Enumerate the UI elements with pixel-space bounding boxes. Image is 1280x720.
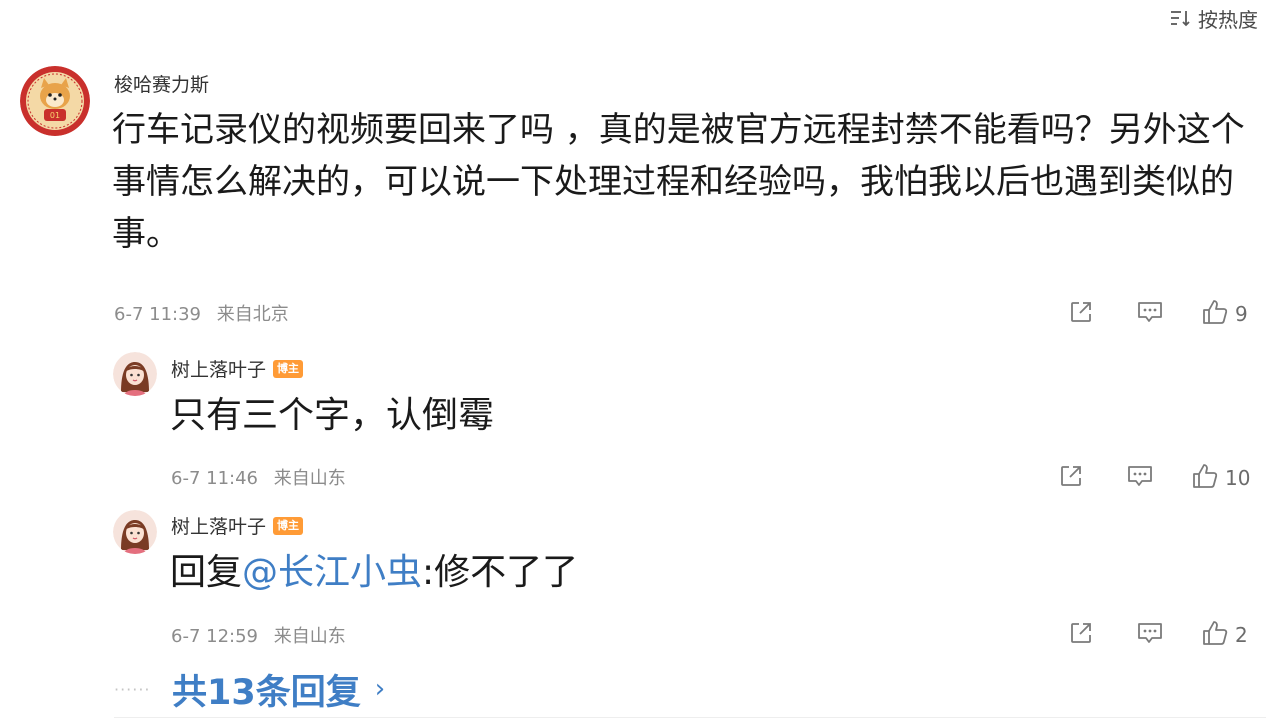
- sort-by-hot-button[interactable]: 按热度: [1170, 5, 1258, 32]
- comment-meta: 6-7 11:46 来自山东: [171, 464, 346, 490]
- comment-location: 来自山东: [273, 626, 346, 647]
- comment-actions: 2: [1066, 619, 1248, 651]
- thumbs-up-icon: [1201, 619, 1231, 651]
- divider-dots: ······: [114, 679, 151, 699]
- sort-icon: [1170, 9, 1192, 27]
- comment-text: 回复@长江小虫:修不了了: [170, 548, 578, 598]
- username[interactable]: 树上落叶子 博主: [171, 512, 304, 539]
- author-badge: 博主: [273, 516, 304, 535]
- reply-prefix: 回复: [170, 552, 243, 593]
- more-replies-label: 共13条回复: [172, 672, 361, 713]
- avatar[interactable]: [113, 510, 157, 554]
- avatar[interactable]: [113, 352, 157, 396]
- sort-label: 按热度: [1198, 7, 1258, 32]
- comment-location: 来自北京: [216, 304, 289, 325]
- like-button[interactable]: 10: [1191, 462, 1250, 494]
- like-count: 10: [1225, 466, 1251, 490]
- share-button[interactable]: [1066, 299, 1096, 329]
- comment-icon: [1136, 620, 1164, 650]
- like-button[interactable]: 9: [1201, 298, 1248, 330]
- chevron-right-icon: ›: [374, 674, 386, 704]
- reply-button[interactable]: [1125, 463, 1155, 493]
- like-count: 2: [1235, 623, 1248, 647]
- share-icon: [1068, 299, 1094, 329]
- divider: [114, 717, 1266, 718]
- like-button[interactable]: 2: [1201, 619, 1248, 651]
- comment-icon: [1126, 463, 1154, 493]
- thumbs-up-icon: [1201, 298, 1231, 330]
- comment-text: 行车记录仪的视频要回来了吗 ，真的是被官方远程封禁不能看吗？另外这个事情怎么解决…: [112, 110, 1245, 254]
- comment-time: 6-7 11:46: [171, 468, 258, 489]
- thumbs-up-icon: [1191, 462, 1221, 494]
- reply-body: :修不了了: [422, 552, 579, 593]
- comment-meta: 6-7 12:59 来自山东: [171, 622, 346, 648]
- mention-link[interactable]: @长江小虫: [242, 552, 422, 593]
- comment-actions: 10: [1056, 462, 1250, 494]
- share-icon: [1058, 463, 1084, 493]
- view-more-replies-button[interactable]: ······ 共13条回复 ›: [114, 663, 385, 715]
- comment-actions: 9: [1066, 298, 1248, 330]
- share-icon: [1068, 620, 1094, 650]
- author-badge: 博主: [273, 359, 304, 378]
- share-button[interactable]: [1056, 463, 1086, 493]
- username[interactable]: 梭哈赛力斯: [114, 70, 209, 97]
- comment-meta: 6-7 11:39 来自北京: [114, 300, 289, 326]
- comment-time: 6-7 12:59: [171, 626, 258, 647]
- svg-text:01: 01: [50, 111, 60, 120]
- comment-text: 只有三个字，认倒霉: [170, 395, 495, 436]
- comment-icon: [1136, 299, 1164, 329]
- share-button[interactable]: [1066, 620, 1096, 650]
- reply-button[interactable]: [1135, 620, 1165, 650]
- avatar[interactable]: 01: [20, 66, 90, 136]
- username[interactable]: 树上落叶子 博主: [171, 355, 304, 382]
- comment-location: 来自山东: [273, 468, 346, 489]
- reply-button[interactable]: [1135, 299, 1165, 329]
- like-count: 9: [1235, 302, 1248, 326]
- comment-time: 6-7 11:39: [114, 304, 201, 325]
